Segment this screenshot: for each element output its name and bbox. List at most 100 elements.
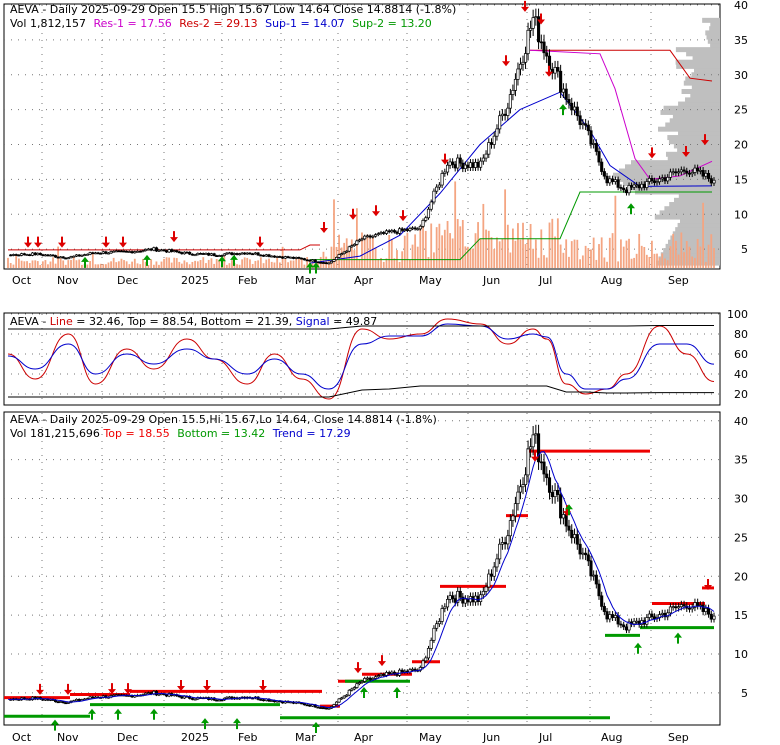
trend-candle-body — [624, 626, 629, 631]
trend-candle-body — [321, 707, 326, 710]
candle-body — [311, 259, 315, 262]
trend-candle-body — [59, 701, 63, 703]
candle-body — [657, 178, 662, 183]
candle-body — [674, 171, 678, 174]
candle-body — [101, 251, 105, 254]
price-x-tick: May — [419, 274, 442, 287]
trend-candle-body — [311, 704, 315, 707]
volume-bar — [479, 238, 482, 268]
candle-body — [212, 253, 216, 256]
volume-bar — [674, 240, 677, 268]
candle-body — [69, 256, 73, 259]
trend-header-line2: Vol 181,215,696 Top = 18.55 Bottom = 13.… — [10, 427, 351, 440]
volume-bar — [163, 258, 165, 268]
volume-bar — [688, 246, 691, 268]
candle-body — [36, 252, 40, 256]
trend-candle-body — [476, 595, 480, 602]
volume-bar — [34, 260, 37, 268]
price-header-line2: Vol 1,812,157 Res-1 = 17.56 Res-2 = 29.1… — [10, 17, 432, 30]
candle-body — [677, 171, 681, 174]
candle-body — [481, 157, 485, 162]
trend-candle-body — [302, 703, 306, 706]
candle-body — [112, 250, 116, 253]
candle-body — [185, 251, 189, 254]
trend-candle-body — [146, 692, 150, 695]
candle-body — [91, 252, 95, 255]
trend-candle-body — [523, 474, 528, 485]
price-x-tick: Oct — [12, 274, 32, 287]
price-x-tick: Aug — [601, 274, 622, 287]
volume-bar — [461, 219, 464, 268]
candle-body — [534, 16, 538, 19]
trend-x-tick: Aug — [601, 731, 622, 744]
volume-bar — [388, 234, 391, 268]
volume-bar — [44, 260, 47, 268]
volume-bar — [570, 241, 573, 268]
volume-bar — [524, 244, 527, 268]
volume-bar — [556, 218, 559, 268]
volume-bar — [540, 229, 543, 268]
volume-bar — [501, 238, 504, 268]
trend-bottom-label: Bottom = 13.42 — [177, 427, 265, 440]
trend-candle-body — [379, 673, 383, 676]
candle-body — [28, 254, 32, 257]
trend-candle-body — [712, 615, 716, 620]
candle-body — [495, 128, 499, 137]
volume-bar — [199, 260, 202, 268]
candle-body — [196, 252, 200, 256]
trend-candle-body — [448, 595, 452, 600]
candle-body — [400, 228, 404, 231]
volume-bar — [142, 258, 144, 268]
volume-bar — [343, 242, 346, 268]
volume-bar — [117, 261, 120, 268]
trend-candle-body — [347, 689, 351, 696]
candle-body — [435, 186, 439, 192]
candle-body — [240, 252, 244, 255]
candle-body — [308, 259, 312, 262]
candle-body — [165, 250, 169, 253]
trend-candle-body — [357, 682, 361, 685]
price-x-tick: Apr — [354, 274, 374, 287]
volume-bar — [67, 260, 70, 268]
volume-bar — [643, 246, 646, 268]
candle-body — [177, 251, 181, 254]
candle-body — [337, 254, 341, 258]
candle-body — [225, 252, 229, 255]
price-x-tick: Jul — [538, 274, 552, 287]
candle-body — [54, 255, 58, 258]
trend-candle-body — [225, 696, 229, 699]
volume-bar — [537, 257, 540, 268]
price-y-axis: 5 10 15 20 25 30 35 40 — [734, 0, 748, 256]
trend-candle-body — [403, 670, 407, 673]
trend-candle-body — [424, 657, 428, 662]
candle-body — [300, 257, 304, 260]
trend-x-axis: Oct Nov Dec 2025 Feb Mar Apr May Jun Jul Aug Sep — [12, 731, 689, 744]
trend-candle-body — [600, 595, 604, 607]
candle-body — [209, 253, 213, 256]
volume-bar — [459, 226, 462, 268]
volume-bar — [97, 264, 100, 268]
volume-profile-bar — [702, 17, 720, 23]
candle-body — [264, 254, 268, 257]
volume-bar — [152, 264, 155, 268]
candle-body — [513, 79, 517, 91]
trend-x-tick: Dec — [117, 731, 138, 744]
volume-bar — [20, 260, 23, 268]
trend-candle-body — [319, 707, 323, 709]
volume-bar — [584, 245, 587, 268]
volume-bar — [680, 232, 683, 268]
trend-candle-body — [74, 698, 79, 702]
volume-bar — [284, 258, 287, 268]
candle-body — [506, 107, 510, 116]
trend-header-line1: AEVA - Daily 2025-09-29 Open 15.5,Hi 15.… — [10, 413, 437, 426]
candle-body — [523, 53, 528, 63]
candle-body — [511, 90, 515, 95]
volume-bar — [270, 261, 273, 268]
trend-candle-body — [64, 702, 68, 705]
candle-body — [286, 256, 290, 259]
trend-candle-body — [572, 534, 577, 539]
volume-bar — [254, 260, 257, 268]
volume-bar — [534, 239, 537, 268]
candle-body — [162, 249, 166, 252]
trend-candle-body — [594, 574, 598, 585]
